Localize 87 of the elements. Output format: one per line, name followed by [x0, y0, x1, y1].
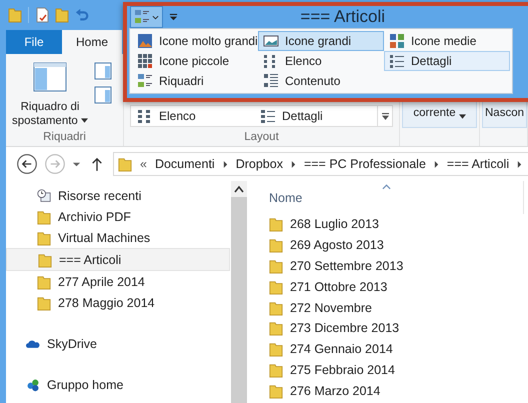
navigation-pane-button[interactable]: Riquadro di spostamento	[8, 60, 92, 128]
folder-icon	[37, 208, 51, 224]
menu-item[interactable]: Dettagli	[384, 51, 510, 71]
file-row[interactable]: 274 Gennaio 2014	[267, 338, 528, 360]
folder-icon	[269, 216, 283, 232]
chevron-icon[interactable]	[517, 160, 522, 168]
expand-arrow-icon	[382, 112, 388, 120]
menu-item[interactable]: Icone piccole	[132, 51, 258, 71]
pane-layout-icon	[33, 60, 67, 94]
customize-toolbar-icon[interactable]	[169, 12, 178, 22]
menu-item[interactable]: Contenuto	[258, 71, 384, 91]
folder-icon	[38, 252, 52, 268]
details-pane-icon[interactable]	[94, 86, 112, 104]
details-list-icon	[389, 53, 405, 69]
nav-item[interactable]: Risorse recenti	[6, 185, 231, 206]
folder-icon	[269, 341, 283, 358]
menu-item[interactable]: Riquadri	[132, 71, 258, 91]
nav-item[interactable]: Gruppo home	[6, 374, 231, 395]
clock-document-icon	[37, 188, 51, 204]
scrollbar[interactable]	[231, 181, 247, 403]
nav-item[interactable]: === Articoli	[6, 248, 230, 271]
list-icon	[137, 108, 153, 124]
menu-item[interactable]: Icone grandi	[258, 31, 384, 51]
menu-item[interactable]: Elenco	[258, 51, 384, 71]
ribbon-tab[interactable]: Home	[62, 30, 122, 54]
dropdown-arrow-icon	[81, 118, 88, 124]
folder-icon	[37, 230, 51, 246]
nav-item[interactable]: Archivio PDF	[6, 206, 231, 227]
dropdown-arrow-icon[interactable]	[72, 160, 81, 168]
address-bar[interactable]: « Documenti Dropbox === PC Professionale === Articoli	[113, 152, 528, 176]
file-row[interactable]: 271 Ottobre 2013	[267, 276, 528, 298]
folder-icon	[269, 237, 283, 254]
gallery-more-button[interactable]	[377, 106, 392, 126]
up-arrow-icon[interactable]	[91, 156, 103, 172]
breadcrumb[interactable]: === Articoli	[446, 157, 510, 171]
folder-icon	[37, 294, 51, 310]
scroll-up-icon[interactable]	[234, 185, 244, 193]
chevron-icon[interactable]	[290, 160, 296, 168]
breadcrumb[interactable]: Dropbox	[236, 157, 283, 171]
menu-item[interactable]: Icone molto grandi	[132, 31, 258, 51]
tiles-icon	[134, 9, 150, 25]
chevron-icon[interactable]	[222, 160, 228, 168]
folder-icon	[269, 258, 283, 274]
chevron-icon[interactable]	[434, 160, 439, 168]
file-row[interactable]: 269 Agosto 2013	[267, 234, 528, 256]
column-header[interactable]: Nome	[267, 181, 524, 214]
layout-option[interactable]: Dettagli	[254, 106, 377, 126]
menu-item[interactable]: Icone medie	[384, 31, 510, 51]
back-button[interactable]	[16, 153, 38, 175]
layout-option[interactable]: Elenco	[131, 106, 254, 126]
grid-icon	[137, 53, 153, 69]
folder-icon	[269, 382, 283, 399]
details-list-icon	[260, 108, 276, 124]
nav-item[interactable]: Virtual Machines	[6, 227, 231, 248]
folder-icon	[269, 300, 283, 316]
folder-icon	[118, 156, 132, 172]
nav-item[interactable]: 277 Aprile 2014	[6, 271, 231, 292]
picture-icon	[263, 33, 279, 49]
layout-dropdown-button[interactable]	[130, 6, 163, 28]
file-row[interactable]: 272 Novembre	[267, 297, 528, 318]
content-list-icon	[263, 73, 279, 89]
folder-icon	[269, 362, 283, 378]
window-title: === Articoli	[300, 7, 385, 27]
properties-icon[interactable]	[35, 7, 49, 23]
tiles-icon	[137, 73, 153, 89]
dropdown-arrow-icon	[458, 114, 466, 119]
breadcrumb[interactable]: Documenti	[154, 157, 215, 171]
homegroup-icon	[26, 376, 40, 392]
file-row[interactable]: 268 Luglio 2013	[267, 214, 528, 235]
tile-grid-icon	[389, 33, 405, 49]
file-row[interactable]: 270 Settembre 2013	[267, 256, 528, 276]
breadcrumb[interactable]: === PC Professionale	[304, 157, 426, 171]
folder-icon	[37, 274, 51, 290]
file-row[interactable]: 273 Dicembre 2013	[267, 318, 528, 339]
file-row[interactable]: 275 Febbraio 2014	[267, 360, 528, 380]
caret-icon	[152, 14, 159, 20]
group-label: Layout	[243, 131, 280, 143]
preview-pane-icon[interactable]	[94, 62, 112, 80]
nav-item[interactable]: SkyDrive	[6, 333, 231, 354]
nav-item[interactable]: 278 Maggio 2014	[6, 292, 231, 313]
ribbon-tab[interactable]: File	[6, 30, 62, 54]
picture-icon	[137, 33, 153, 49]
group-label: Riquadri	[42, 131, 87, 143]
folder-icon	[269, 320, 283, 336]
overflow-chevron[interactable]: «	[140, 157, 147, 171]
folder-icon	[269, 278, 283, 295]
file-row[interactable]: 276 Marzo 2014	[267, 380, 528, 402]
